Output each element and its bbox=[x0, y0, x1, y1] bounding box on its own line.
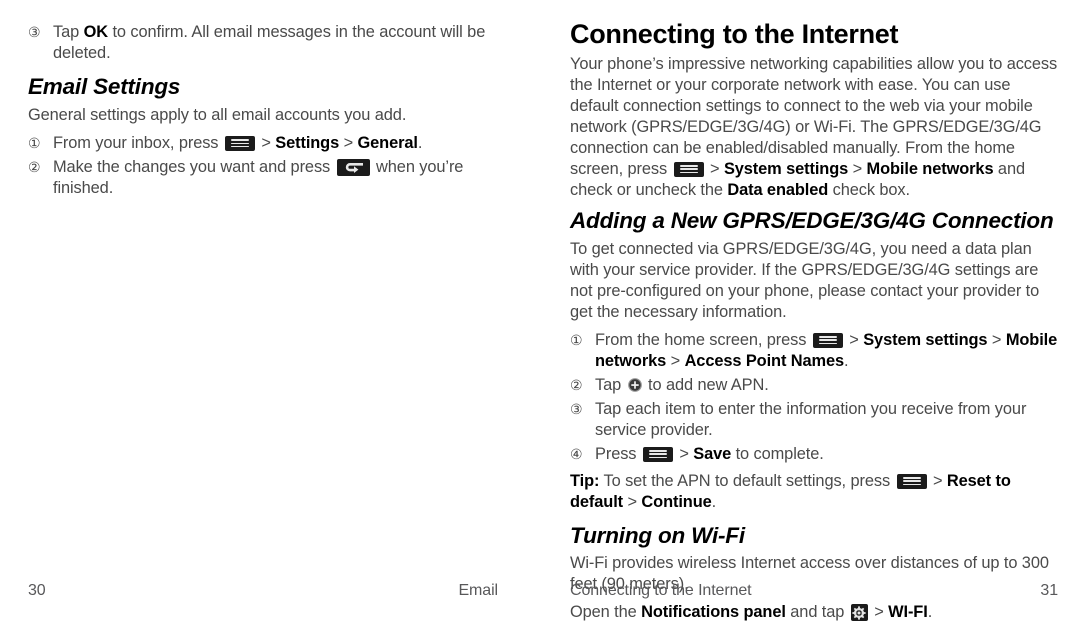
body-text: . bbox=[844, 351, 849, 370]
continued-step-list: ③ Tap OK to confirm. All email messages … bbox=[28, 22, 498, 64]
email-settings-intro: General settings apply to all email acco… bbox=[28, 105, 407, 124]
separator-text: > bbox=[928, 471, 947, 490]
body-text: Press bbox=[595, 444, 641, 463]
emphasis-text: OK bbox=[83, 23, 108, 41]
body-text: . bbox=[417, 133, 423, 152]
manual-page-spread: ③ Tap OK to confirm. All email messages … bbox=[0, 0, 1080, 622]
chapter-name: Connecting to the Internet bbox=[570, 582, 752, 599]
menu-key-icon bbox=[673, 161, 704, 177]
subheading-adding-connection: Adding a New GPRS/EDGE/3G/4G Connection bbox=[570, 207, 1054, 233]
separator-text: > bbox=[987, 330, 1006, 349]
list-marker: ③ bbox=[28, 24, 41, 40]
plus-circle-icon bbox=[627, 377, 642, 392]
separator-text: > bbox=[623, 492, 642, 511]
body-text: to confirm. All email messages in the ac… bbox=[53, 23, 486, 62]
separator-text: > bbox=[869, 603, 889, 622]
step-text: Make the changes you want and press when… bbox=[53, 158, 463, 197]
separator-text: > bbox=[674, 444, 694, 463]
separator-text: > bbox=[844, 330, 864, 349]
list-item: ① From the home screen, press > System s… bbox=[570, 330, 1058, 372]
body-text: From your inbox, press bbox=[53, 133, 223, 152]
body-text: Open the bbox=[570, 603, 642, 622]
list-marker: ③ bbox=[570, 400, 583, 417]
emphasis-text: Continue bbox=[641, 492, 712, 511]
menu-key-icon bbox=[224, 135, 255, 151]
apn-step-list: ① From the home screen, press > System s… bbox=[570, 330, 1058, 465]
step-text: Press > Save to complete. bbox=[595, 445, 824, 463]
emphasis-text: Mobile networks bbox=[866, 159, 994, 178]
list-item: ② Tap to add new APN. bbox=[570, 375, 1058, 396]
right-page: Connecting to the Internet Your phone’s … bbox=[540, 0, 1080, 622]
page-title-email-settings: Email Settings bbox=[28, 74, 181, 99]
apn-tip: Tip: To set the APN to default settings,… bbox=[570, 471, 1058, 513]
list-item: ② Make the changes you want and press wh… bbox=[28, 157, 498, 199]
step-text: From your inbox, press > Settings > Gene… bbox=[53, 134, 422, 152]
left-page-footer: 30 Email bbox=[0, 582, 540, 600]
separator-text: > bbox=[339, 133, 358, 152]
apn-body-text: To get connected via GPRS/EDGE/3G/4G, yo… bbox=[570, 239, 1040, 321]
chapter-name: Email bbox=[458, 582, 498, 599]
separator-text: > bbox=[705, 159, 724, 178]
emphasis-text: Tip: bbox=[570, 471, 600, 490]
emphasis-text: Settings bbox=[275, 133, 340, 152]
body-text: . bbox=[711, 492, 717, 511]
list-marker: ① bbox=[570, 331, 583, 348]
body-text: Tap bbox=[595, 375, 626, 394]
list-item: ④ Press > Save to complete. bbox=[570, 444, 1058, 465]
list-marker: ② bbox=[28, 158, 41, 175]
list-item: ① From your inbox, press > Settings > Ge… bbox=[28, 133, 498, 154]
list-marker: ④ bbox=[570, 445, 583, 462]
body-text: Tap each item to enter the information y… bbox=[595, 399, 1027, 439]
body-text: From the home screen, press bbox=[595, 330, 811, 349]
list-marker: ② bbox=[570, 376, 583, 393]
emphasis-text: System settings bbox=[723, 159, 849, 178]
body-text: To set the APN to default settings, pres… bbox=[599, 471, 895, 490]
list-item: ③ Tap OK to confirm. All email messages … bbox=[28, 22, 498, 64]
step-text: Tap each item to enter the information y… bbox=[595, 400, 1026, 439]
page-number: 31 bbox=[1040, 582, 1058, 599]
step-text: From the home screen, press > System set… bbox=[595, 331, 1057, 370]
emphasis-text: Access Point Names bbox=[684, 351, 845, 370]
wifi-open-instruction: Open the Notifications panel and tap > W… bbox=[570, 602, 1058, 623]
body-text: check box. bbox=[828, 180, 910, 199]
body-text: to complete. bbox=[731, 444, 824, 463]
right-page-footer: Connecting to the Internet 31 bbox=[540, 582, 1080, 600]
emphasis-text: System settings bbox=[863, 330, 988, 349]
left-page: ③ Tap OK to confirm. All email messages … bbox=[0, 0, 540, 612]
list-marker: ① bbox=[28, 134, 41, 151]
back-key-icon bbox=[336, 158, 370, 176]
emphasis-text: Data enabled bbox=[727, 180, 829, 199]
menu-key-icon bbox=[896, 473, 927, 489]
connecting-internet-intro: Your phone’s impressive networking capab… bbox=[570, 54, 1058, 201]
separator-text: > bbox=[848, 159, 867, 178]
gear-key-icon bbox=[850, 604, 868, 622]
emphasis-text: Notifications panel bbox=[641, 603, 786, 622]
body-text: Make the changes you want and press bbox=[53, 157, 335, 176]
menu-key-icon bbox=[642, 446, 673, 462]
step-text: Tap OK to confirm. All email messages in… bbox=[53, 23, 485, 62]
emphasis-text: WI-FI bbox=[888, 603, 928, 622]
step-text: Tap to add new APN. bbox=[595, 376, 769, 394]
emphasis-text: General bbox=[357, 133, 418, 152]
body-text: and tap bbox=[785, 603, 849, 622]
menu-key-icon bbox=[812, 332, 843, 348]
body-text: to add new APN. bbox=[643, 375, 769, 394]
page-title-connecting-internet: Connecting to the Internet bbox=[570, 19, 899, 49]
separator-text: > bbox=[256, 133, 276, 152]
subheading-turning-on-wifi: Turning on Wi-Fi bbox=[570, 522, 745, 548]
emphasis-text: Save bbox=[693, 444, 732, 463]
body-text: . bbox=[927, 603, 933, 622]
email-settings-step-list: ① From your inbox, press > Settings > Ge… bbox=[28, 133, 498, 199]
body-text: Tap bbox=[53, 23, 84, 41]
separator-text: > bbox=[666, 351, 685, 370]
page-number: 30 bbox=[28, 582, 46, 599]
list-item: ③ Tap each item to enter the information… bbox=[570, 399, 1058, 441]
